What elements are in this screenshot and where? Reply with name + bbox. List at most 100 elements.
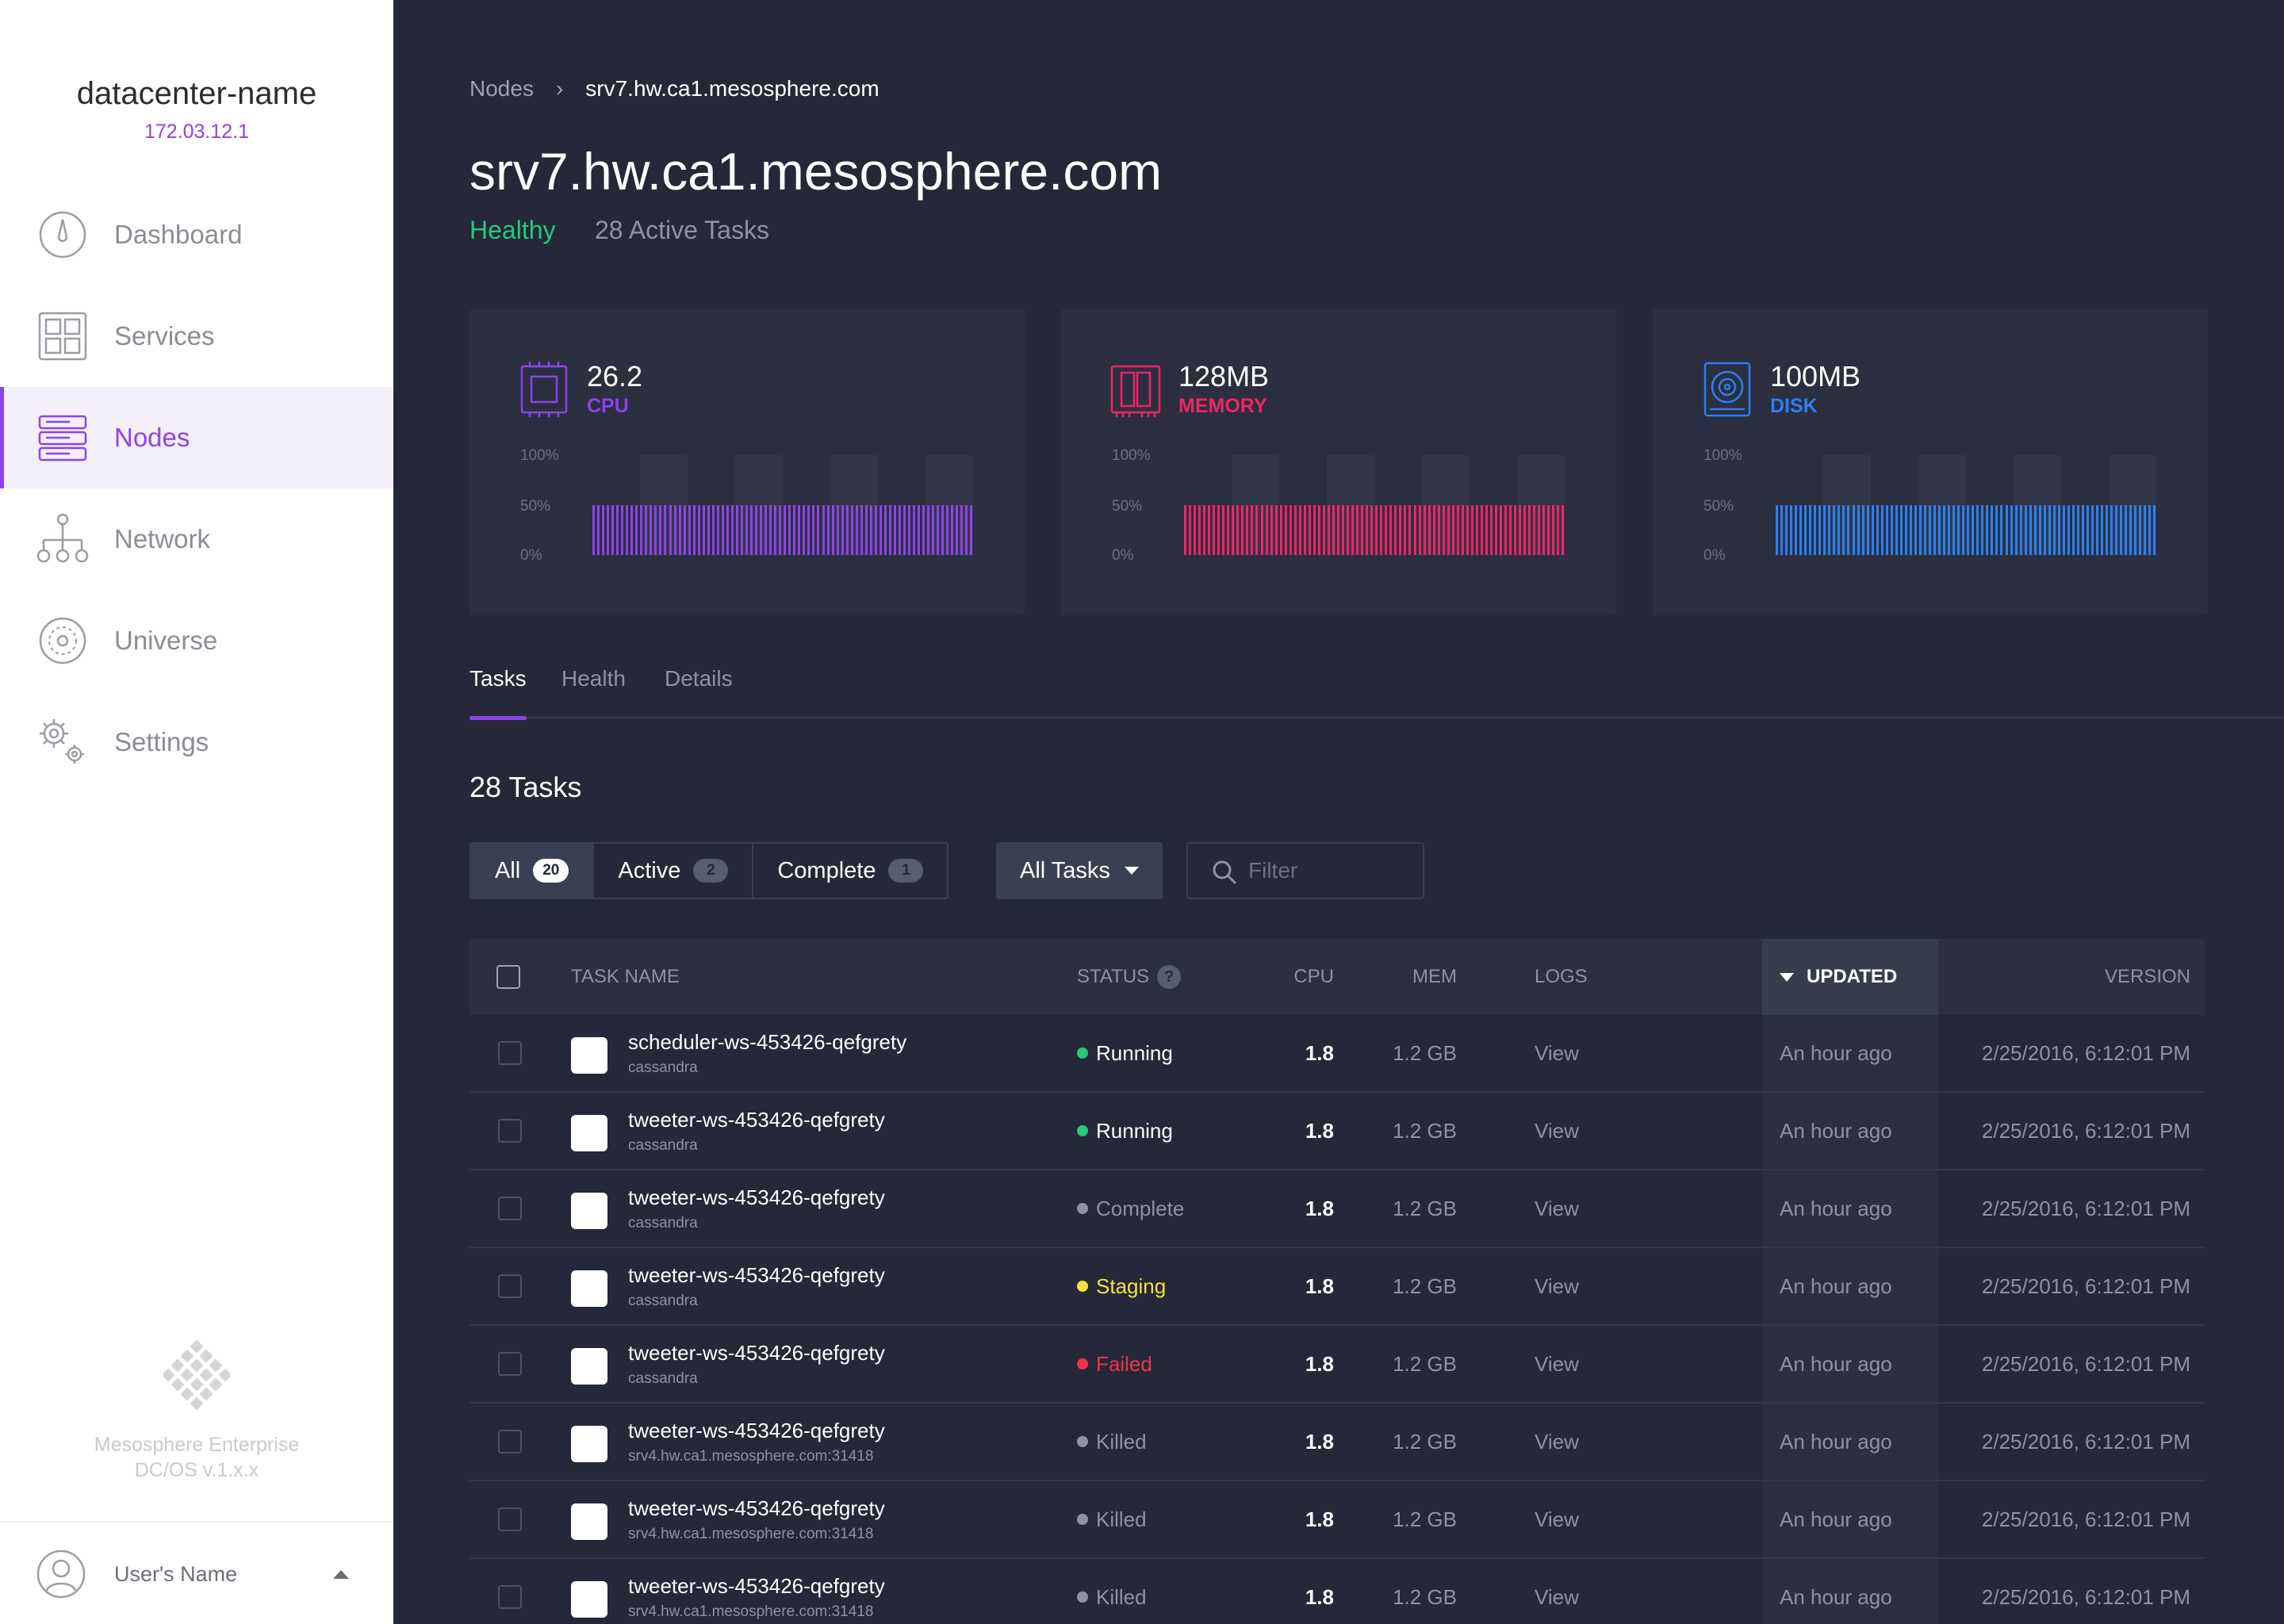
- task-icon: [571, 1503, 607, 1540]
- task-name[interactable]: tweeter-ws-453426-qefgrety: [628, 1574, 885, 1599]
- usage-bar: [1317, 505, 1320, 555]
- usage-bar: [803, 505, 806, 555]
- task-name[interactable]: scheduler-ws-453426-qefgrety: [628, 1030, 906, 1055]
- table-row[interactable]: tweeter-ws-453426-qefgrety cassandra Com…: [469, 1170, 2205, 1248]
- search-icon: [1213, 860, 1237, 885]
- status-text: Staging: [1096, 1274, 1167, 1298]
- usage-bar: [941, 505, 945, 555]
- column-header-logs[interactable]: LOGS: [1535, 939, 1588, 1015]
- usage-bar: [2096, 505, 2099, 555]
- table-row[interactable]: scheduler-ws-453426-qefgrety cassandra R…: [469, 1015, 2205, 1093]
- memory-metric-card: 128MB MEMORY 100% 50% 0%: [1061, 309, 1616, 615]
- sidebar-item-universe[interactable]: Universe: [0, 590, 393, 691]
- usage-bar: [1236, 505, 1240, 555]
- usage-bar: [831, 505, 834, 555]
- view-logs-link[interactable]: View: [1535, 1481, 1579, 1557]
- column-header-updated-label: UPDATED: [1807, 966, 1898, 987]
- usage-bar: [1818, 505, 1822, 555]
- view-logs-link[interactable]: View: [1535, 1404, 1579, 1480]
- usage-bar: [1899, 505, 1903, 555]
- filter-active-button[interactable]: Active 2: [594, 844, 754, 898]
- active-tasks-count: 28 Active Tasks: [595, 216, 769, 244]
- usage-bar: [903, 505, 906, 555]
- task-name[interactable]: tweeter-ws-453426-qefgrety: [628, 1419, 885, 1443]
- row-checkbox[interactable]: [498, 1041, 522, 1065]
- brand-text: Mesosphere Enterprise DC/OS v.1.x.x: [0, 1432, 393, 1483]
- usage-bar: [1852, 505, 1855, 555]
- sidebar-item-dashboard[interactable]: Dashboard: [0, 184, 393, 285]
- table-row[interactable]: tweeter-ws-453426-qefgrety cassandra Fai…: [469, 1326, 2205, 1404]
- main-content: Nodes › srv7.hw.ca1.mesosphere.com srv7.…: [393, 0, 2284, 1624]
- task-name[interactable]: tweeter-ws-453426-qefgrety: [628, 1185, 885, 1210]
- filter-all-button[interactable]: All 20: [471, 844, 595, 898]
- column-header-mem[interactable]: MEM: [1342, 939, 1457, 1015]
- column-header-task-name[interactable]: TASK NAME: [571, 939, 680, 1015]
- row-checkbox[interactable]: [498, 1274, 522, 1298]
- usage-bar: [1552, 505, 1555, 555]
- table-row[interactable]: tweeter-ws-453426-qefgrety srv4.hw.ca1.m…: [469, 1481, 2205, 1559]
- task-name[interactable]: tweeter-ws-453426-qefgrety: [628, 1263, 885, 1288]
- services-icon: [36, 310, 89, 362]
- column-header-version[interactable]: VERSION: [1960, 939, 2190, 1015]
- usage-bar: [1198, 505, 1201, 555]
- column-header-status[interactable]: STATUS ?: [1077, 939, 1182, 1015]
- breadcrumb-nodes-link[interactable]: Nodes: [469, 76, 534, 102]
- breadcrumb: Nodes › srv7.hw.ca1.mesosphere.com: [469, 76, 879, 102]
- filter-complete-button[interactable]: Complete 1: [753, 844, 947, 898]
- view-logs-link[interactable]: View: [1535, 1248, 1579, 1324]
- usage-bar: [2129, 505, 2133, 555]
- filter-input[interactable]: [1248, 844, 1415, 898]
- task-status: Killed: [1077, 1404, 1147, 1480]
- user-menu[interactable]: User's Name: [0, 1521, 393, 1624]
- caret-up-icon[interactable]: [333, 1570, 349, 1579]
- sidebar-item-network[interactable]: Network: [0, 488, 393, 590]
- select-all-cell: [496, 939, 520, 1015]
- usage-bar: [864, 505, 868, 555]
- tab-tasks[interactable]: Tasks: [469, 666, 527, 720]
- tab-details[interactable]: Details: [665, 666, 733, 718]
- view-logs-link[interactable]: View: [1535, 1093, 1579, 1169]
- all-tasks-dropdown[interactable]: All Tasks: [996, 842, 1163, 899]
- table-row[interactable]: tweeter-ws-453426-qefgrety cassandra Sta…: [469, 1248, 2205, 1326]
- task-mem: 1.2 GB: [1393, 1040, 1457, 1065]
- row-checkbox[interactable]: [498, 1585, 522, 1609]
- row-select-cell: [498, 1404, 522, 1480]
- usage-bar: [1929, 505, 1931, 555]
- sidebar-item-services[interactable]: Services: [0, 285, 393, 387]
- row-checkbox[interactable]: [498, 1507, 522, 1531]
- select-all-checkbox[interactable]: [496, 965, 520, 989]
- table-row[interactable]: tweeter-ws-453426-qefgrety cassandra Run…: [469, 1093, 2205, 1170]
- view-logs-link[interactable]: View: [1535, 1015, 1579, 1091]
- row-checkbox[interactable]: [498, 1119, 522, 1143]
- view-logs-link[interactable]: View: [1535, 1559, 1579, 1624]
- column-header-cpu[interactable]: CPU: [1263, 939, 1334, 1015]
- column-header-updated[interactable]: UPDATED: [1762, 939, 1938, 1015]
- row-checkbox[interactable]: [498, 1430, 522, 1454]
- task-name[interactable]: tweeter-ws-453426-qefgrety: [628, 1341, 885, 1365]
- usage-bar: [1890, 505, 1893, 555]
- usage-bar: [1780, 505, 1784, 555]
- help-icon[interactable]: ?: [1157, 965, 1182, 989]
- usage-bar: [860, 505, 863, 555]
- tab-health[interactable]: Health: [561, 666, 626, 718]
- usage-bar: [932, 505, 935, 555]
- sidebar-item-settings[interactable]: Settings: [0, 691, 393, 793]
- view-logs-link[interactable]: View: [1535, 1170, 1579, 1247]
- table-row[interactable]: tweeter-ws-453426-qefgrety srv4.hw.ca1.m…: [469, 1559, 2205, 1624]
- usage-bar: [1542, 505, 1546, 555]
- row-checkbox[interactable]: [498, 1352, 522, 1376]
- usage-bar: [635, 505, 638, 555]
- usage-bar: [2101, 505, 2104, 555]
- task-mem: 1.2 GB: [1393, 1429, 1457, 1454]
- usage-bar: [664, 505, 667, 555]
- task-name[interactable]: tweeter-ws-453426-qefgrety: [628, 1496, 885, 1521]
- view-logs-link[interactable]: View: [1535, 1326, 1579, 1402]
- usage-bar: [779, 505, 782, 555]
- row-checkbox[interactable]: [498, 1197, 522, 1220]
- task-host: cassandra: [628, 1136, 698, 1154]
- table-row[interactable]: tweeter-ws-453426-qefgrety srv4.hw.ca1.m…: [469, 1404, 2205, 1481]
- task-name[interactable]: tweeter-ws-453426-qefgrety: [628, 1108, 885, 1132]
- sidebar-item-nodes[interactable]: Nodes: [0, 387, 393, 488]
- usage-bar: [879, 505, 882, 555]
- axis-label-50: 50%: [1112, 498, 1143, 515]
